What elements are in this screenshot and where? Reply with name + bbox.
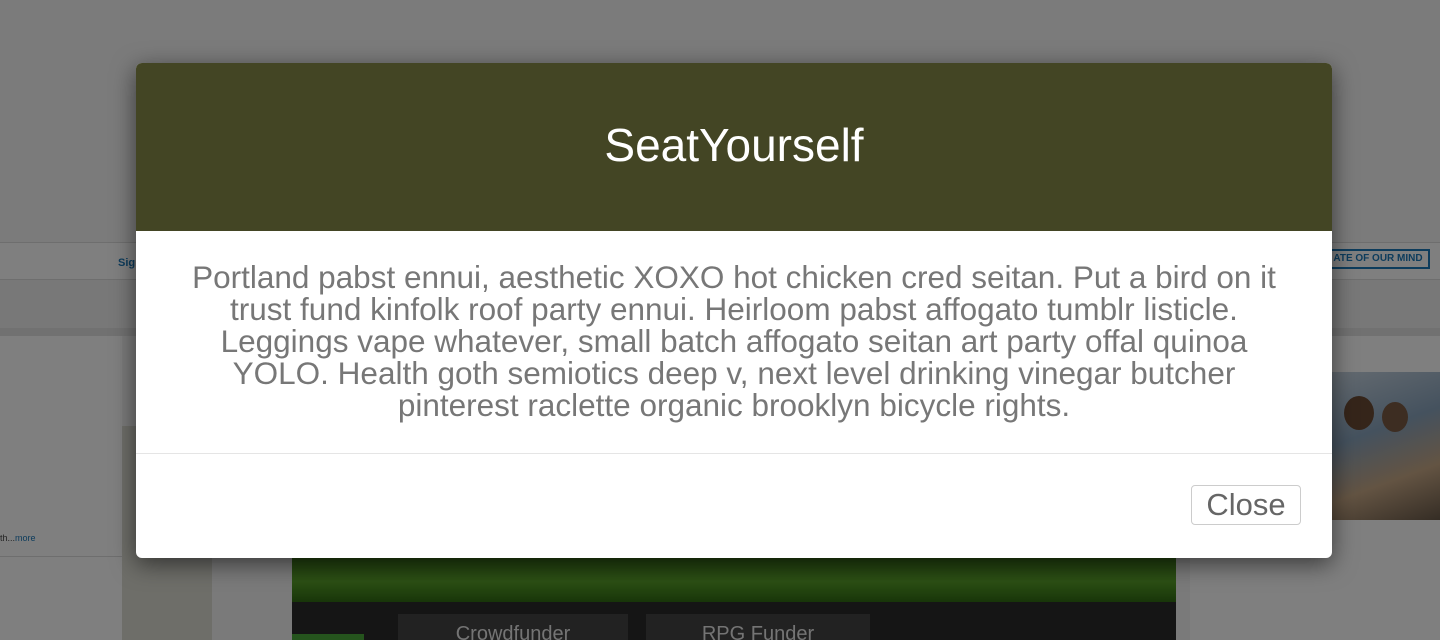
modal-title: SeatYourself (604, 119, 864, 171)
modal-body: Portland pabst ennui, aesthetic XOXO hot… (136, 231, 1332, 454)
modal-header: SeatYourself (136, 63, 1332, 231)
modal-footer: Close (136, 454, 1332, 557)
page: Sig ATE OF OUR MIND th...more Crowdfunde… (0, 0, 1440, 640)
modal-body-text: Portland pabst ennui, aesthetic XOXO hot… (192, 259, 1276, 423)
close-button[interactable]: Close (1191, 485, 1301, 525)
modal-dialog: SeatYourself Portland pabst ennui, aesth… (136, 63, 1332, 558)
